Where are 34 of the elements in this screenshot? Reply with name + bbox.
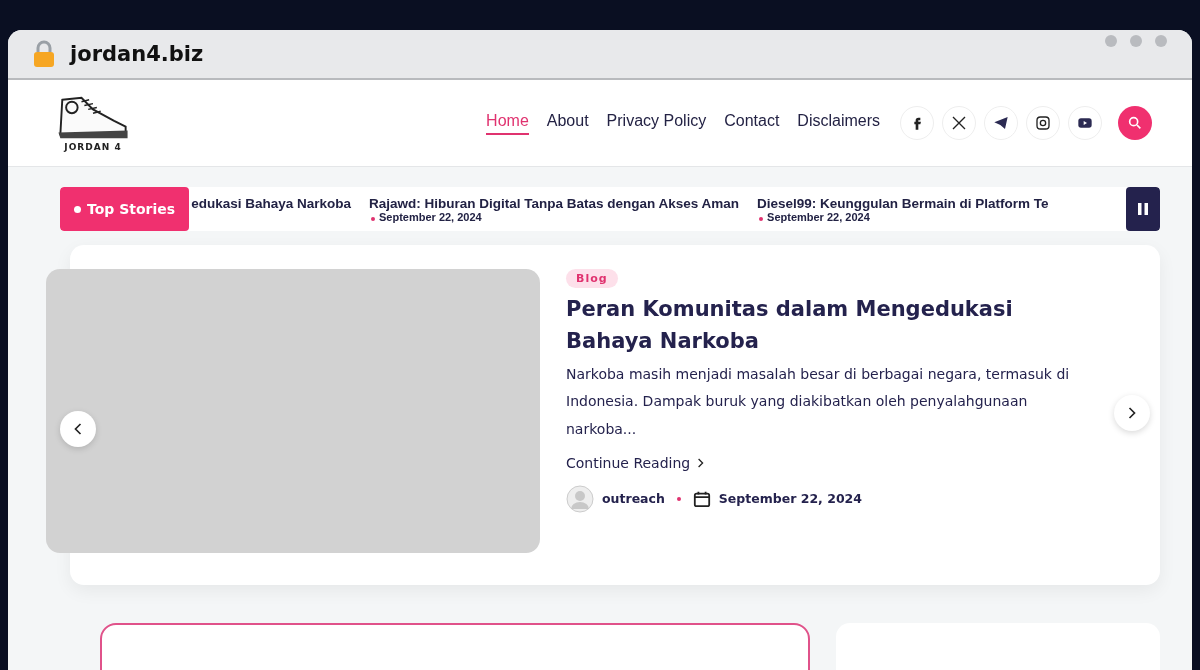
address-text[interactable]: jordan4.biz xyxy=(70,42,204,66)
nav-link[interactable]: Home xyxy=(486,111,529,135)
search-icon xyxy=(1127,115,1143,131)
ticker-headline[interactable]: edukasi Bahaya Narkoba xyxy=(191,195,351,211)
chevron-right-icon xyxy=(1127,406,1137,420)
chevron-left-icon xyxy=(73,422,83,436)
calendar-icon xyxy=(692,489,711,508)
pause-button[interactable] xyxy=(1126,187,1160,231)
pause-icon xyxy=(1137,202,1149,216)
padlock-icon xyxy=(32,40,56,68)
paper-plane-icon[interactable] xyxy=(984,106,1018,140)
post-title[interactable]: Peran Komunitas dalam Mengedukasi Bahaya Narkoba xyxy=(566,294,1090,357)
ticker-date: September 22, 2024 xyxy=(368,210,740,223)
category-tag[interactable]: Blog xyxy=(566,269,618,288)
nav-link[interactable]: Contact xyxy=(724,111,780,135)
nav-link[interactable]: Disclaimers xyxy=(797,111,880,135)
author-name[interactable]: outreach xyxy=(602,491,665,507)
search-button[interactable] xyxy=(1118,106,1152,140)
nav-link[interactable]: Privacy Policy xyxy=(606,111,707,135)
camera-icon[interactable] xyxy=(1026,106,1060,140)
ticker-headline[interactable]: Diesel99: Keunggulan Bermain di Platform Te xyxy=(757,195,1049,211)
chevron-right-icon xyxy=(697,457,706,468)
nav-link[interactable]: About xyxy=(546,111,589,135)
ticker-headline[interactable]: Rajawd: Hiburan Digital Tanpa Batas dengan Akses Aman xyxy=(368,195,740,211)
ticker-date: September 22, 2024 xyxy=(757,210,1049,223)
top-stories-label: Top Stories xyxy=(60,187,190,231)
post-excerpt: Narkoba masih menjadi masalah besar di berbagai negara, termasuk di Indonesia. Dampak buruk yang diakibatkan oleh penyalahgunaan narkoba... xyxy=(566,365,1071,439)
continue-reading-link[interactable]: Continue Reading xyxy=(566,454,706,471)
post-date: September 22, 2024 xyxy=(718,491,862,507)
logo-text[interactable]: JORDAN 4 xyxy=(64,142,122,152)
play-icon[interactable] xyxy=(1068,106,1102,140)
x-icon[interactable] xyxy=(942,106,976,140)
avatar-icon xyxy=(566,484,594,513)
facebook-icon[interactable] xyxy=(900,106,934,140)
